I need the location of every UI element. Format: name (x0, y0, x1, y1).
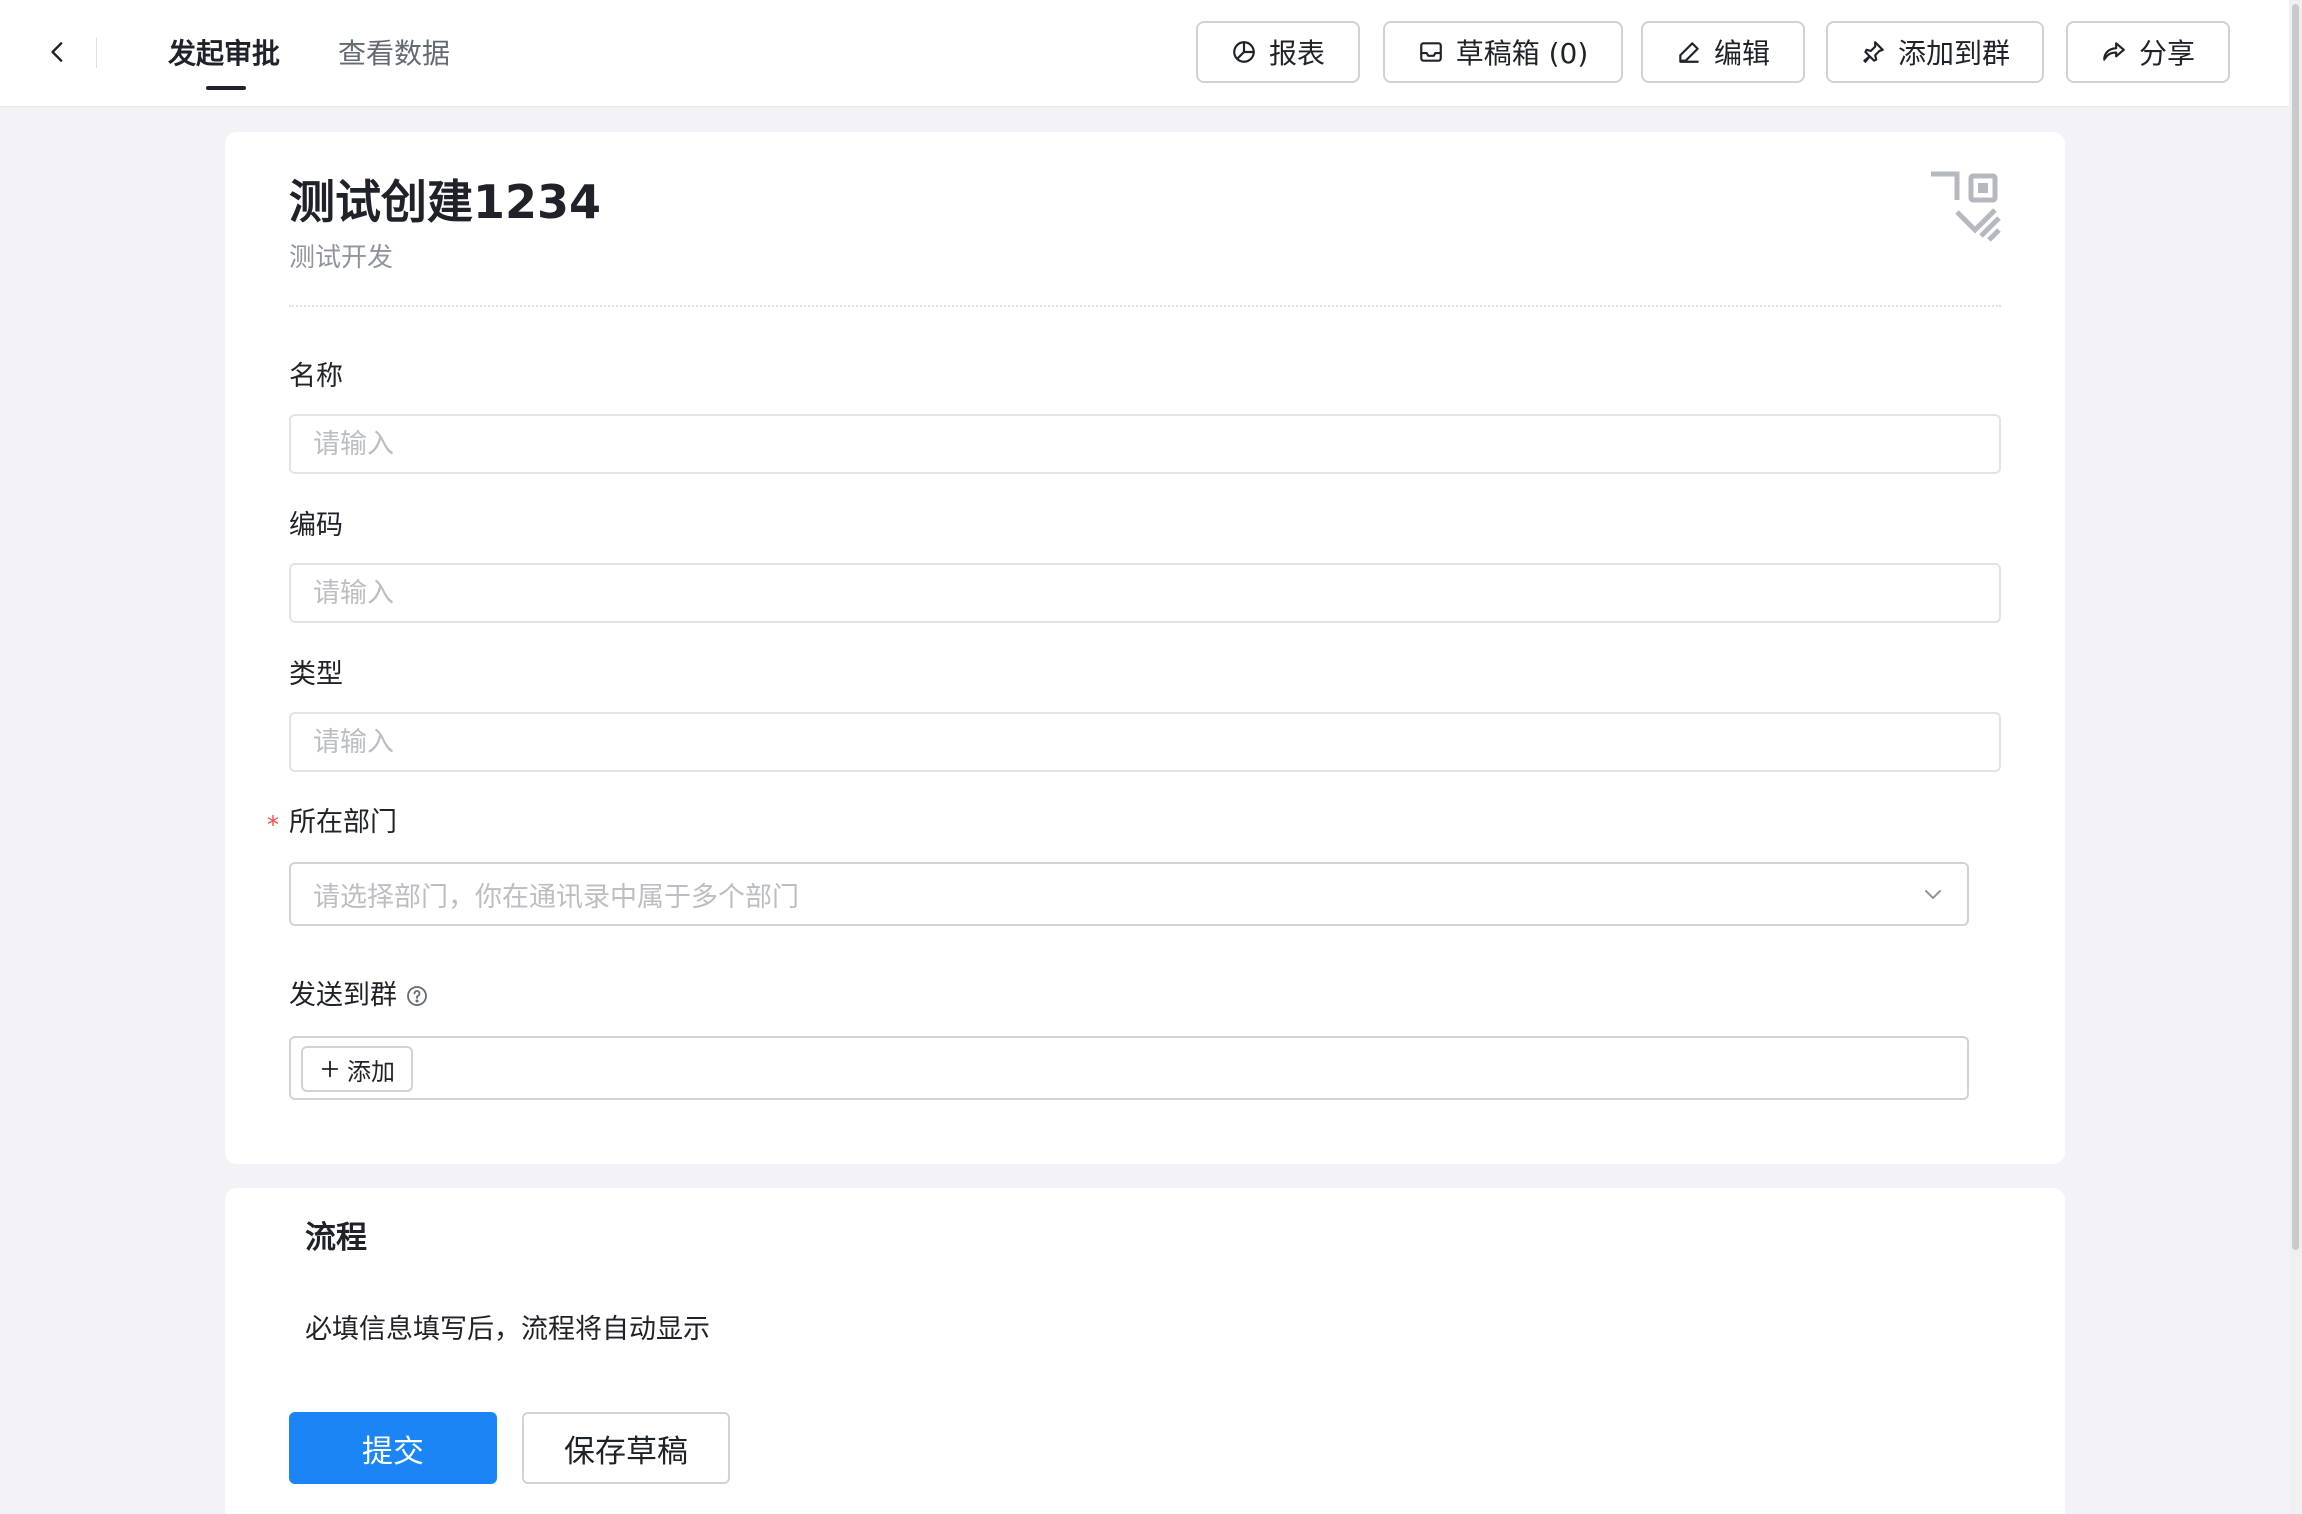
share-button[interactable]: 分享 (2066, 21, 2230, 83)
required-mark: * (267, 811, 279, 839)
back-button[interactable] (38, 32, 78, 72)
chevron-down-icon (1925, 890, 1941, 899)
tab-initiate-approval[interactable]: 发起审批 (168, 34, 280, 74)
inbox-icon (1419, 42, 1442, 62)
field-label-department-text: 所在部门 (289, 807, 397, 838)
drafts-button[interactable]: 草稿箱 (0) (1383, 21, 1623, 83)
department-select[interactable]: 请选择部门，你在通讯录中属于多个部门 (289, 862, 1969, 926)
top-bar: 发起审批 查看数据 报表 草稿箱 (0) 编辑 添加到群 分享 (0, 0, 2289, 107)
drafts-button-label: 草稿箱 (0) (1455, 37, 1589, 70)
chevron-left-icon (51, 42, 63, 62)
add-group-button[interactable]: 添加 (301, 1046, 413, 1092)
share-icon (2103, 42, 2125, 61)
field-label-type: 类型 (289, 655, 343, 695)
topbar-divider (96, 38, 97, 68)
qr-code-icon[interactable] (1929, 170, 2001, 242)
field-label-name-text: 名称 (289, 361, 343, 392)
add-group-button-label: 添加 (347, 1057, 395, 1086)
form-title: 测试创建1234 (289, 175, 602, 229)
field-label-code: 编码 (289, 506, 343, 546)
pie-chart-icon (1233, 41, 1255, 63)
pencil-icon (1679, 42, 1699, 63)
edit-button-label: 编辑 (1713, 37, 1770, 70)
field-label-code-text: 编码 (289, 510, 343, 541)
question-circle-icon[interactable] (405, 984, 429, 1008)
type-input[interactable] (289, 712, 2001, 772)
active-tab-indicator (206, 86, 246, 90)
flow-title: 流程 (305, 1220, 367, 1256)
save-draft-button[interactable]: 保存草稿 (522, 1412, 730, 1484)
add-to-group-button-label: 添加到群 (1897, 37, 2010, 70)
approval-form-card: 测试创建1234 测试开发 名称 编码 类型 * 所在部门 (225, 132, 2065, 1164)
edit-button[interactable]: 编辑 (1641, 21, 1805, 83)
scrollbar-thumb[interactable] (2292, 4, 2299, 1250)
approval-page: 发起审批 查看数据 报表 草稿箱 (0) 编辑 添加到群 分享 测试创建1234… (0, 0, 2302, 1514)
form-subtitle: 测试开发 (289, 243, 394, 273)
tab-view-data[interactable]: 查看数据 (338, 34, 450, 74)
report-button-label: 报表 (1268, 37, 1325, 70)
department-select-placeholder: 请选择部门，你在通讯录中属于多个部门 (313, 881, 799, 913)
field-label-send-to-group-text: 发送到群 (289, 980, 397, 1011)
field-label-department: * 所在部门 (267, 803, 397, 843)
flow-hint: 必填信息填写后，流程将自动显示 (305, 1314, 710, 1345)
add-to-group-button[interactable]: 添加到群 (1826, 21, 2044, 83)
title-separator (289, 305, 2001, 307)
flow-card: 流程 必填信息填写后，流程将自动显示 提交 保存草稿 (225, 1188, 2065, 1514)
field-label-name: 名称 (289, 357, 343, 397)
share-button-label: 分享 (2138, 37, 2195, 70)
pin-icon (1863, 41, 1884, 63)
field-label-send-to-group: 发送到群 (289, 976, 429, 1016)
name-input[interactable] (289, 414, 2001, 474)
send-to-group-box: 添加 (289, 1036, 1969, 1100)
report-button[interactable]: 报表 (1196, 21, 1360, 83)
field-label-type-text: 类型 (289, 659, 343, 690)
code-input[interactable] (289, 563, 2001, 623)
plus-icon (321, 1060, 339, 1078)
submit-button[interactable]: 提交 (289, 1412, 497, 1484)
